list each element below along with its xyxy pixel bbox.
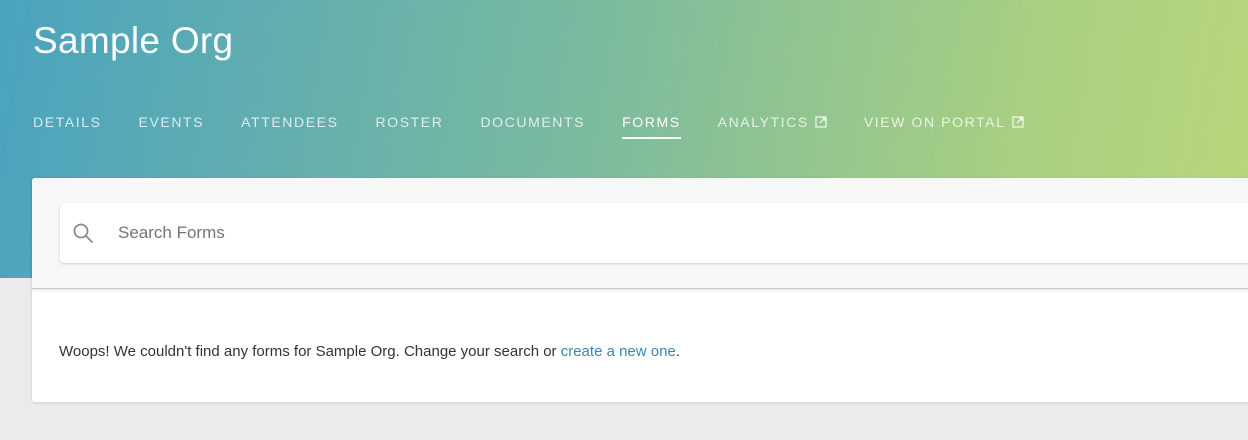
page-title: Sample Org [33, 20, 234, 61]
tab-label: ROSTER [375, 114, 444, 130]
search-icon [72, 222, 94, 244]
org-nav-tabs: DETAILS EVENTS ATTENDEES ROSTER DOCUMENT… [0, 108, 1024, 148]
tab-label: EVENTS [138, 114, 205, 130]
tab-label: FORMS [622, 114, 681, 130]
empty-state-message: Woops! We couldn't find any forms for Sa… [59, 343, 680, 360]
tab-events[interactable]: EVENTS [139, 108, 205, 140]
empty-state-suffix: . [675, 343, 680, 360]
tab-view-on-portal[interactable]: VIEW ON PORTAL [864, 108, 1024, 140]
search-toolbar [32, 178, 1248, 289]
search-box[interactable] [60, 203, 1248, 263]
forms-card: Woops! We couldn't find any forms for Sa… [32, 178, 1248, 402]
tab-label: DOCUMENTS [480, 114, 586, 130]
tab-documents[interactable]: DOCUMENTS [480, 108, 585, 140]
tab-roster[interactable]: ROSTER [376, 108, 444, 140]
tab-analytics[interactable]: ANALYTICS [718, 108, 827, 140]
tab-label: ANALYTICS [717, 114, 809, 130]
tab-details[interactable]: DETAILS [33, 108, 102, 140]
tab-forms[interactable]: FORMS [622, 108, 681, 140]
create-form-link[interactable]: create a new one [561, 343, 676, 360]
empty-state-text: Woops! We couldn't find any forms for Sa… [59, 343, 561, 360]
external-link-icon [1011, 116, 1024, 128]
tab-attendees[interactable]: ATTENDEES [241, 108, 338, 140]
tab-label: DETAILS [33, 114, 102, 130]
external-link-icon [815, 116, 827, 128]
tab-label: VIEW ON PORTAL [863, 114, 1006, 130]
tab-label: ATTENDEES [241, 114, 339, 130]
search-input[interactable] [118, 219, 1218, 247]
